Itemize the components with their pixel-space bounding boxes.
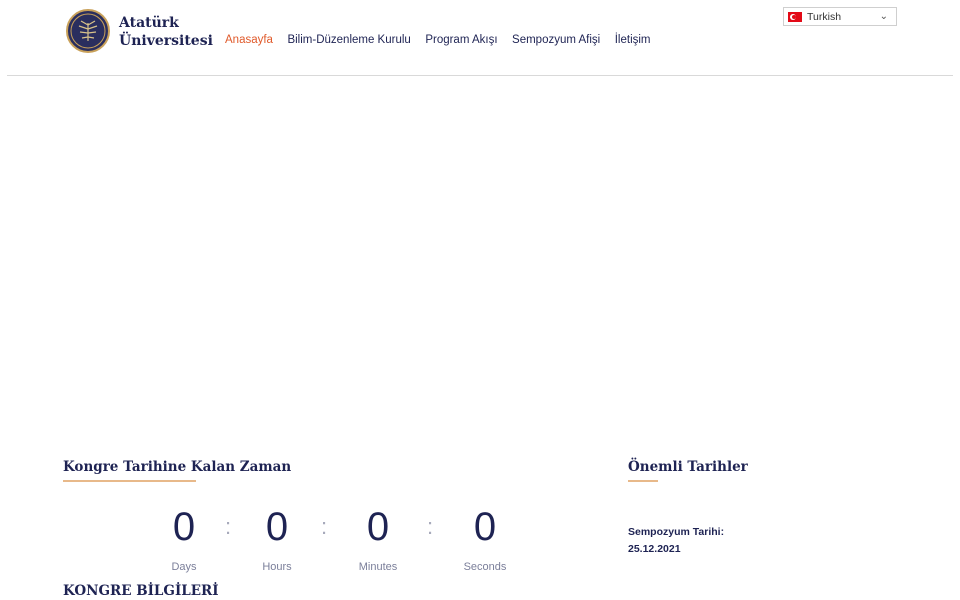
language-select-value: Turkish (807, 10, 842, 23)
turkey-flag-icon (788, 11, 802, 22)
countdown-minutes-value: 0 (366, 505, 390, 549)
main-nav: Anasayfa Bilim-Düzenleme Kurulu Program … (225, 34, 665, 46)
countdown-days-label: Days (171, 561, 197, 573)
countdown-separator: : (225, 514, 232, 539)
countdown-seconds: 0 Seconds (445, 507, 525, 573)
countdown-minutes-label: Minutes (358, 561, 398, 573)
countdown-title: Kongre Tarihine Kalan Zaman (63, 459, 292, 475)
nav-item-iletisim[interactable]: İletişim (615, 34, 651, 46)
countdown-days: 0 Days (144, 507, 224, 573)
university-logo-icon[interactable] (66, 9, 110, 53)
countdown-seconds-label: Seconds (463, 561, 507, 573)
site-header: Atatürk Üniversitesi Anasayfa Bilim-Düze… (0, 0, 960, 76)
nav-item-bilim-duzenleme-kurulu[interactable]: Bilim-Düzenleme Kurulu (287, 34, 410, 46)
university-name-line1: Atatürk (119, 15, 179, 31)
nav-item-program-akisi[interactable]: Program Akışı (425, 34, 497, 46)
countdown-minutes: 0 Minutes (338, 507, 418, 573)
header-divider (7, 75, 953, 76)
countdown-separator: : (427, 514, 434, 539)
symposium-date-value: 25.12.2021 (628, 543, 681, 555)
chevron-down-icon: ⌄ (879, 11, 888, 22)
university-name-line2: Üniversitesi (119, 33, 213, 49)
countdown-days-value: 0 (172, 505, 196, 549)
important-dates-title: Önemli Tarihler (628, 459, 748, 475)
important-dates-underline (628, 480, 658, 482)
nav-item-sempozyum-afisi[interactable]: Sempozyum Afişi (512, 34, 600, 46)
countdown-hours-label: Hours (262, 561, 292, 573)
countdown-title-underline (63, 480, 196, 482)
congress-info-title: KONGRE BİLGİLERİ (63, 583, 219, 599)
countdown-seconds-value: 0 (473, 505, 497, 549)
symposium-date-label: Sempozyum Tarihi: (628, 526, 725, 538)
symposium-date: Sempozyum Tarihi: 25.12.2021 (628, 524, 724, 558)
language-select[interactable]: Turkish ⌄ (783, 7, 897, 26)
university-name[interactable]: Atatürk Üniversitesi (119, 14, 213, 50)
countdown-separator: : (321, 514, 328, 539)
countdown-hours-value: 0 (265, 505, 289, 549)
countdown-hours: 0 Hours (237, 507, 317, 573)
nav-item-anasayfa[interactable]: Anasayfa (225, 34, 273, 46)
